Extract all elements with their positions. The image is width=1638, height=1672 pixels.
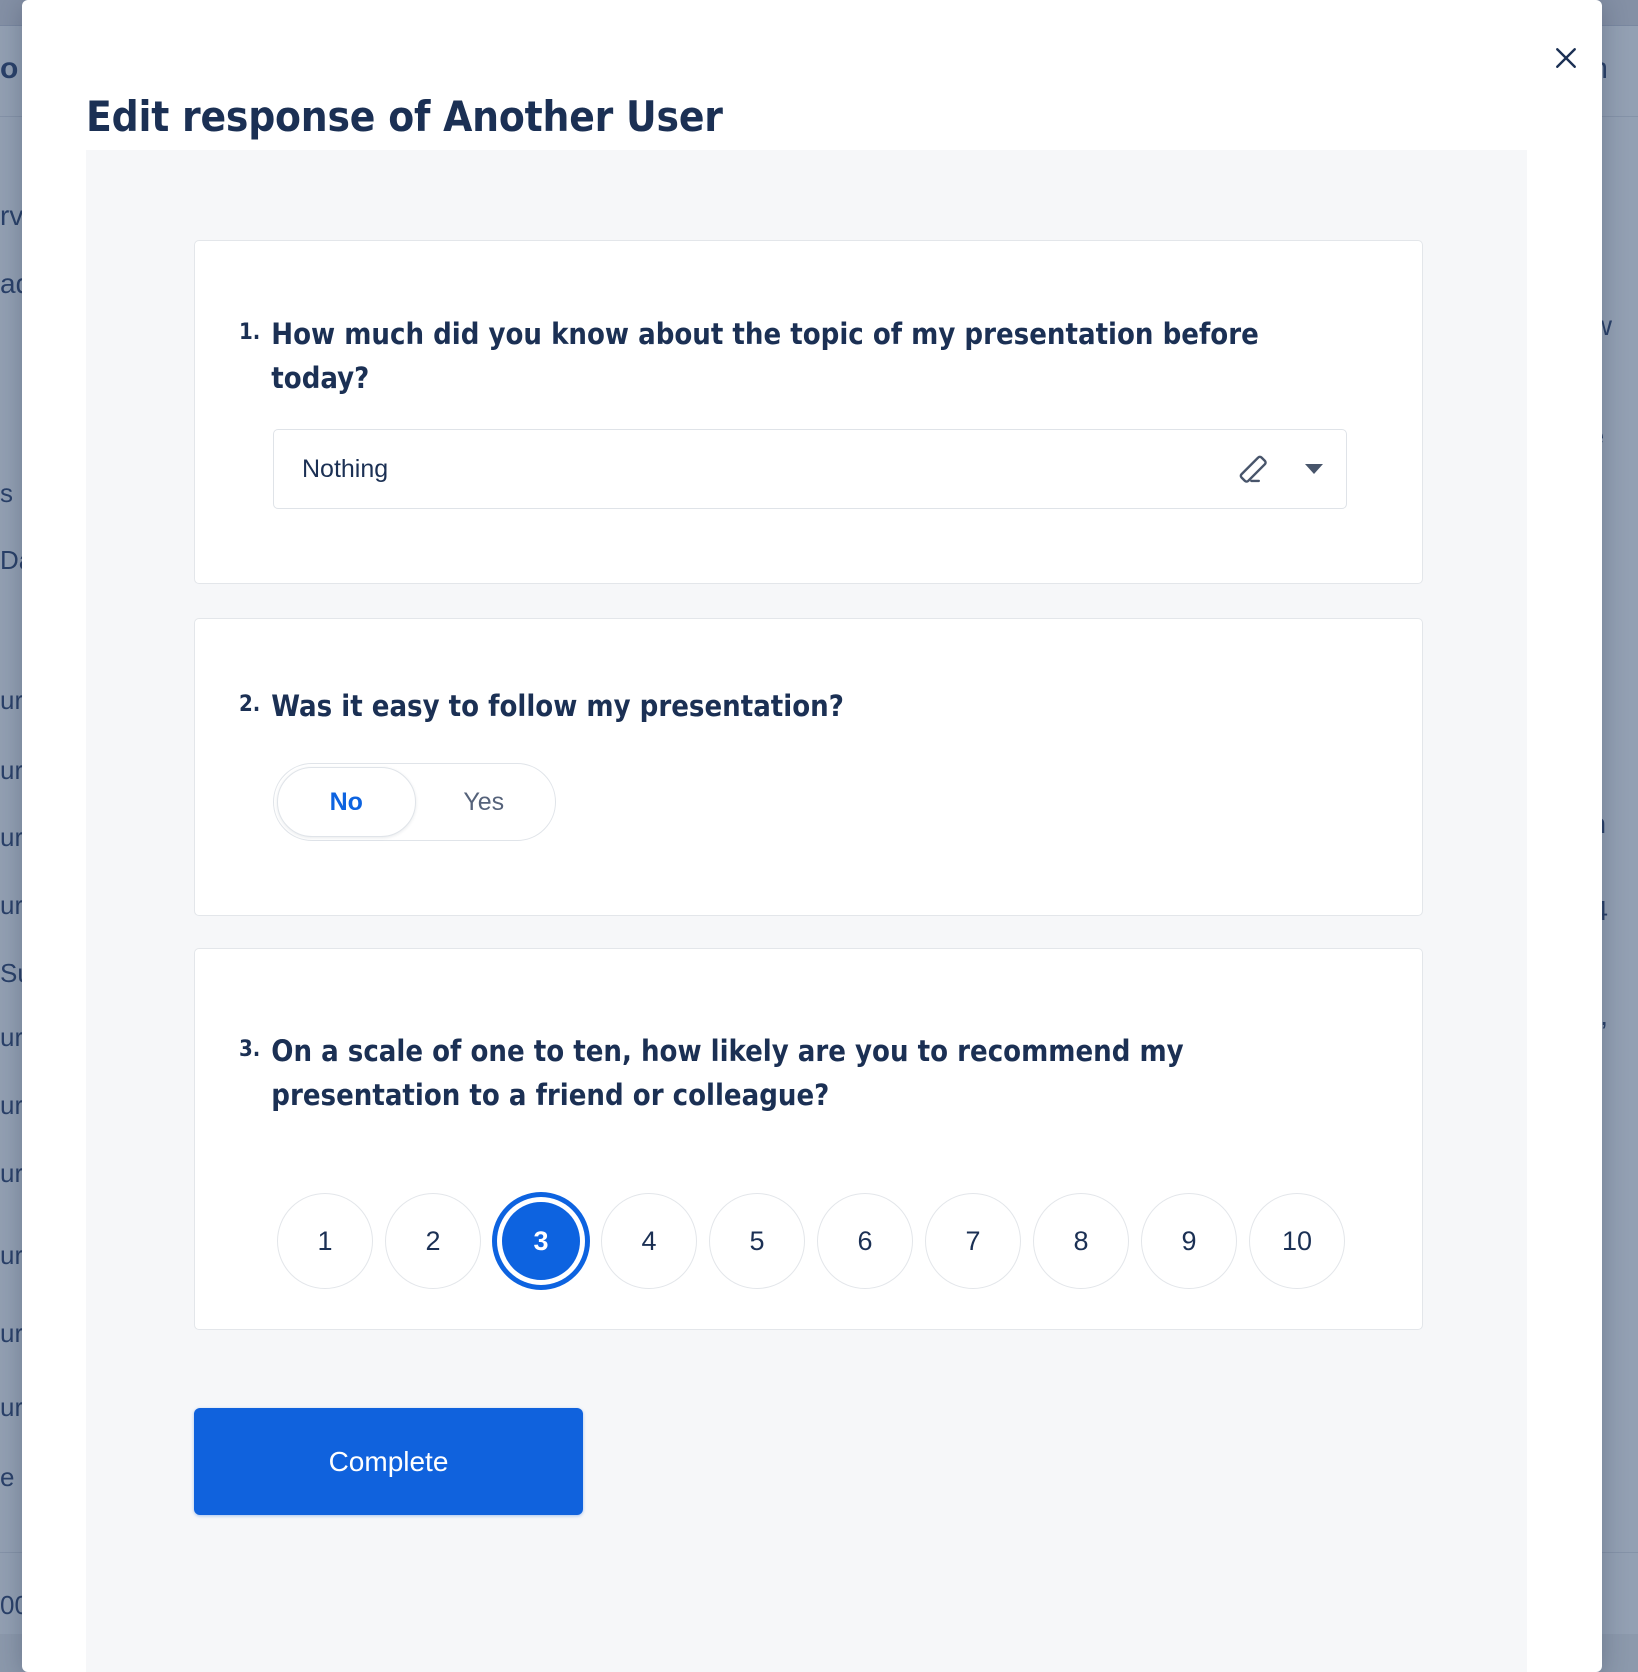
edit-response-modal: Edit response of Another User 1. How muc… <box>22 0 1602 1672</box>
question-number: 3. <box>239 1029 260 1062</box>
scale-slot: 9 <box>1135 1189 1243 1293</box>
scale-option-3[interactable]: 3 <box>502 1202 580 1280</box>
scale-option-8[interactable]: 8 <box>1033 1193 1129 1289</box>
question-text: On a scale of one to ten, how likely are… <box>271 1029 1271 1117</box>
scale-slot: 2 <box>379 1189 487 1293</box>
question-header: 2. Was it easy to follow my presentation… <box>239 684 1378 728</box>
scale-slot: 1 <box>271 1189 379 1293</box>
scale-slot: 8 <box>1027 1189 1135 1293</box>
background-text: rv <box>0 200 23 232</box>
question-card-2: 2. Was it easy to follow my presentation… <box>194 618 1423 916</box>
toggle-option-no[interactable]: No <box>277 767 416 837</box>
background-text: ur <box>0 685 23 716</box>
background-text: ur <box>0 755 23 786</box>
question-header: 3. On a scale of one to ten, how likely … <box>239 1029 1378 1117</box>
background-text: o <box>0 52 18 86</box>
scale-option-9[interactable]: 9 <box>1141 1193 1237 1289</box>
recommendation-scale: 12345678910 <box>271 1189 1351 1293</box>
background-text: ur <box>0 1240 23 1271</box>
question-header: 1. How much did you know about the topic… <box>239 312 1378 400</box>
question-card-1: 1. How much did you know about the topic… <box>194 240 1423 584</box>
caret-shape <box>1305 464 1323 474</box>
scale-slot: 6 <box>811 1189 919 1293</box>
question-text: Was it easy to follow my presentation? <box>271 684 844 728</box>
chevron-down-icon[interactable] <box>1282 464 1346 474</box>
question-number: 2. <box>239 684 260 717</box>
knowledge-level-select[interactable]: Nothing <box>273 429 1347 509</box>
background-text: ur <box>0 1090 23 1121</box>
background-text: ur <box>0 1022 23 1053</box>
scale-option-2[interactable]: 2 <box>385 1193 481 1289</box>
scale-slot: 10 <box>1243 1189 1351 1293</box>
background-text: ur <box>0 1392 23 1423</box>
background-text: ur <box>0 890 23 921</box>
select-value: Nothing <box>274 455 1222 484</box>
scale-option-5[interactable]: 5 <box>709 1193 805 1289</box>
scale-slot: 5 <box>703 1189 811 1293</box>
background-text: ur <box>0 1158 23 1189</box>
background-text: ur <box>0 1318 23 1349</box>
question-text: How much did you know about the topic of… <box>271 312 1271 400</box>
survey-panel: 1. How much did you know about the topic… <box>86 150 1527 1672</box>
complete-button[interactable]: Complete <box>194 1408 583 1515</box>
background-text: ur <box>0 822 23 853</box>
scale-option-1[interactable]: 1 <box>277 1193 373 1289</box>
scale-slot: 4 <box>595 1189 703 1293</box>
background-text: e <box>0 1462 14 1493</box>
toggle-option-yes[interactable]: Yes <box>416 767 553 837</box>
page-title: Edit response of Another User <box>86 96 723 138</box>
scale-option-10[interactable]: 10 <box>1249 1193 1345 1289</box>
eraser-icon[interactable] <box>1222 452 1282 486</box>
close-icon[interactable] <box>1544 36 1588 80</box>
question-card-3: 3. On a scale of one to ten, how likely … <box>194 948 1423 1330</box>
scale-slot: 3 <box>487 1189 595 1293</box>
scale-option-7[interactable]: 7 <box>925 1193 1021 1289</box>
background-text: s <box>0 478 13 509</box>
scale-option-6[interactable]: 6 <box>817 1193 913 1289</box>
question-number: 1. <box>239 312 260 345</box>
scale-slot: 7 <box>919 1189 1027 1293</box>
easy-to-follow-toggle[interactable]: No Yes <box>273 763 556 841</box>
scale-option-4[interactable]: 4 <box>601 1193 697 1289</box>
